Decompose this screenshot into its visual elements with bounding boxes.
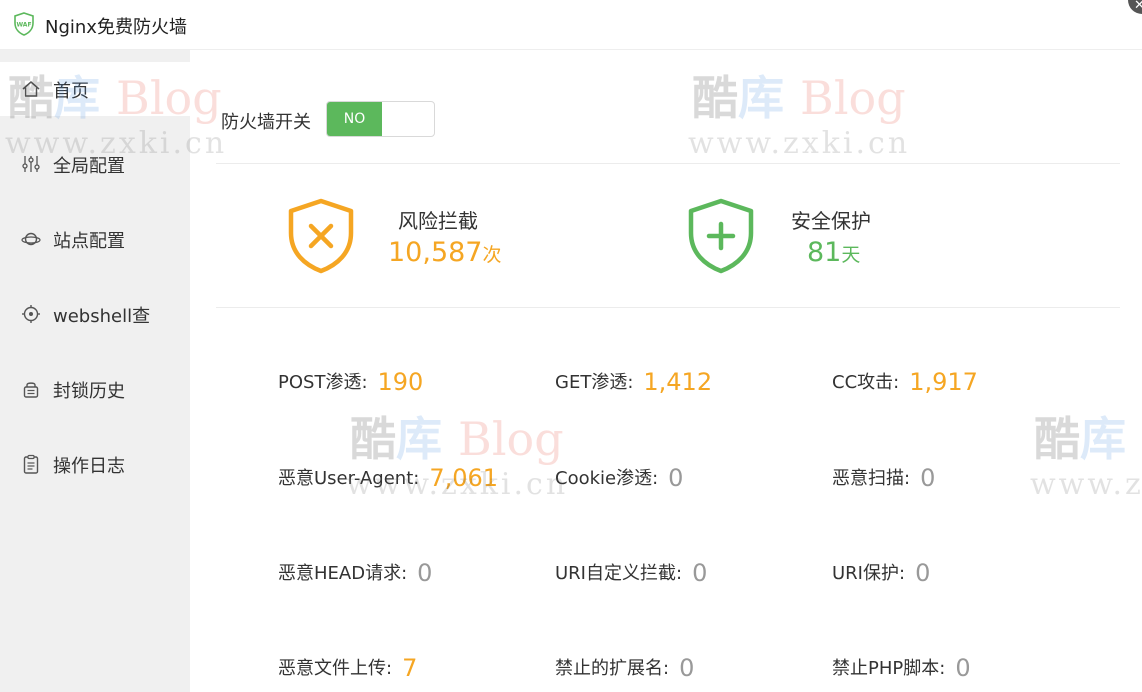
sidebar-item-label: 全局配置 xyxy=(53,156,125,177)
metric-uri-protection: URI保护: 0 xyxy=(832,559,931,587)
sidebar-item-label: 操作日志 xyxy=(53,456,125,477)
divider xyxy=(216,307,1120,308)
metric-cookie-penetration: Cookie渗透: 0 xyxy=(555,464,684,492)
protection-unit: 天 xyxy=(841,244,861,266)
metric-malicious-head: 恶意HEAD请求: 0 xyxy=(278,559,433,587)
home-icon xyxy=(22,81,40,97)
metric-malicious-scan: 恶意扫描: 0 xyxy=(832,464,936,492)
metric-forbidden-extension: 禁止的扩展名: 0 xyxy=(555,654,695,682)
metric-cc-attack: CC攻击: 1,917 xyxy=(832,368,978,396)
sliders-icon xyxy=(22,156,40,172)
protection-value: 81天 xyxy=(807,237,861,268)
metric-uri-custom-block: URI自定义拦截: 0 xyxy=(555,559,708,587)
protection-title: 安全保护 xyxy=(791,209,871,233)
main-panel: 防火墙开关 NO 风险拦截 10,587次 安全保护 81天 POST渗透: 19… xyxy=(190,50,1142,692)
sidebar-item-label: webshell查 xyxy=(53,306,151,327)
planet-icon xyxy=(21,232,41,246)
close-icon[interactable]: ✕ xyxy=(1128,0,1142,14)
sidebar-item-label: 封锁历史 xyxy=(53,381,125,402)
toggle-state-text: NO xyxy=(327,102,382,136)
sidebar-item-block-history[interactable]: 封锁历史 xyxy=(0,362,190,416)
shield-plus-icon xyxy=(688,198,754,274)
metric-malicious-user-agent: 恶意User-Agent: 7,061 xyxy=(278,464,499,492)
target-icon xyxy=(22,305,40,323)
sidebar-item-home[interactable]: 首页 xyxy=(0,62,190,116)
lock-history-icon xyxy=(23,382,39,398)
svg-text:WAF: WAF xyxy=(16,22,31,29)
waf-shield-icon: WAF xyxy=(14,12,34,36)
firewall-switch-label: 防火墙开关 xyxy=(221,112,311,133)
metric-forbidden-php: 禁止PHP脚本: 0 xyxy=(832,654,971,682)
firewall-toggle[interactable]: NO xyxy=(326,101,435,137)
title-bar: WAF Nginx免费防火墙 ✕ xyxy=(0,0,1142,50)
sidebar-item-global-config[interactable]: 全局配置 xyxy=(0,137,190,191)
sidebar-item-label: 站点配置 xyxy=(53,231,125,252)
clipboard-icon xyxy=(23,454,39,474)
sidebar-item-webshell[interactable]: webshell查 xyxy=(0,287,190,341)
divider xyxy=(216,163,1120,164)
metric-get-penetration: GET渗透: 1,412 xyxy=(555,368,713,396)
sidebar-item-site-config[interactable]: 站点配置 xyxy=(0,212,190,266)
risk-block-title: 风险拦截 xyxy=(398,209,478,233)
app-title: Nginx免费防火墙 xyxy=(45,17,187,38)
metric-malicious-upload: 恶意文件上传: 7 xyxy=(278,654,418,682)
sidebar-item-operation-log[interactable]: 操作日志 xyxy=(0,437,190,491)
sidebar-item-label: 首页 xyxy=(53,81,89,102)
shield-x-icon xyxy=(288,198,354,274)
risk-block-value: 10,587次 xyxy=(388,237,502,268)
sidebar: 首页 全局配置 站点配置 webshell查 封锁历史 操作日志 xyxy=(0,50,190,692)
risk-block-unit: 次 xyxy=(482,244,502,266)
metric-post-penetration: POST渗透: 190 xyxy=(278,368,424,396)
